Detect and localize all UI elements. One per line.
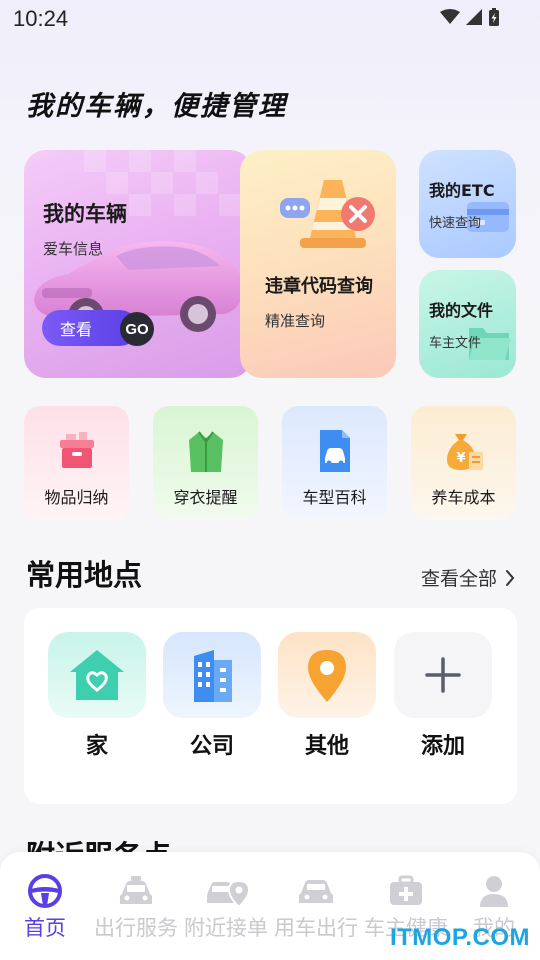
place-other-tile <box>278 632 376 718</box>
car-document-icon <box>320 430 350 472</box>
my-vehicle-card[interactable]: 我的车辆 爱车信息 查看 GO <box>24 150 252 378</box>
place-add[interactable]: 添加 <box>394 632 492 760</box>
my-etc-card[interactable]: 我的ETC 快速查询 <box>419 150 516 258</box>
place-company-label: 公司 <box>189 734 234 759</box>
tab-home[interactable]: 首页 <box>20 872 70 942</box>
car-icon <box>299 880 333 903</box>
quick-label-storage: 物品归纳 <box>44 488 109 507</box>
wifi-icon <box>440 9 460 24</box>
tab-travel-service-label: 出行服务 <box>94 916 178 940</box>
quick-item-storage[interactable]: 物品归纳 <box>24 406 129 520</box>
place-home[interactable]: 家 <box>48 632 146 760</box>
quick-item-cost[interactable]: ¥ 养车成本 <box>411 406 516 520</box>
quick-label-encyclopedia: 车型百科 <box>302 488 367 507</box>
violation-subtitle: 精准查询 <box>265 312 326 330</box>
money-bag-icon: ¥ <box>447 434 483 470</box>
go-badge[interactable]: GO <box>120 312 154 346</box>
signal-icon <box>466 9 482 25</box>
place-add-label: 添加 <box>420 734 465 759</box>
user-icon <box>480 876 508 907</box>
plus-icon <box>425 657 461 693</box>
view-all-label: 查看全部 <box>420 568 497 590</box>
tab-nearby-orders-label: 附近接单 <box>184 916 268 940</box>
violation-code-card[interactable]: 违章代码查询 精准查询 <box>240 150 396 378</box>
place-other-label: 其他 <box>304 734 349 759</box>
view-all-places-link[interactable]: 查看全部 <box>421 564 515 591</box>
quick-item-encyclopedia[interactable]: 车型百科 <box>282 406 387 520</box>
box-icon <box>60 432 94 468</box>
my-vehicle-subtitle: 爱车信息 <box>43 240 104 258</box>
my-vehicle-title: 我的车辆 <box>43 202 127 226</box>
places-section-title: 常用地点 <box>26 558 143 592</box>
traffic-cone-icon <box>280 180 375 248</box>
car-pin-icon <box>207 879 249 909</box>
medical-kit-icon <box>390 875 422 905</box>
my-files-card[interactable]: 我的文件 车主文件 <box>419 270 516 378</box>
status-bar: 10:24 <box>0 0 540 40</box>
building-icon <box>194 650 232 702</box>
status-time: 10:24 <box>13 6 69 31</box>
places-card: 家 公司 其他 添加 <box>24 608 517 804</box>
location-pin-icon <box>308 650 346 702</box>
tab-home-label: 首页 <box>24 916 66 940</box>
tab-nearby-orders[interactable]: 附近接单 <box>182 872 270 942</box>
jacket-icon <box>189 431 223 472</box>
quick-actions: 物品归纳 穿衣提醒 车型百科 ¥ 养车成本 <box>24 406 517 520</box>
quick-item-dressing[interactable]: 穿衣提醒 <box>153 406 258 520</box>
place-other[interactable]: 其他 <box>278 632 376 760</box>
quick-label-dressing: 穿衣提醒 <box>173 488 238 507</box>
taxi-icon <box>120 876 152 904</box>
tab-car-travel[interactable]: 用车出行 <box>272 872 360 942</box>
chevron-right-icon <box>506 569 515 586</box>
place-add-tile <box>394 632 492 718</box>
tab-travel-service[interactable]: 出行服务 <box>92 872 180 942</box>
svg-text:¥: ¥ <box>456 451 465 466</box>
quick-label-cost: 养车成本 <box>431 488 496 507</box>
battery-icon <box>489 8 499 26</box>
files-subtitle: 车主文件 <box>429 336 482 351</box>
view-vehicle-label: 查看 <box>60 320 93 339</box>
etc-title: 我的ETC <box>429 181 495 200</box>
place-home-tile <box>48 632 146 718</box>
files-title: 我的文件 <box>429 301 494 320</box>
status-icons <box>440 8 500 26</box>
tab-car-travel-label: 用车出行 <box>274 916 358 940</box>
watermark-logo: ITMOP.COM <box>389 924 530 951</box>
place-company[interactable]: 公司 <box>163 632 261 760</box>
place-company-tile <box>163 632 261 718</box>
etc-subtitle: 快速查询 <box>429 216 482 231</box>
place-home-label: 家 <box>85 734 108 759</box>
page-headline: 我的车辆，便捷管理 <box>26 91 287 122</box>
violation-title: 违章代码查询 <box>265 276 373 297</box>
home-steering-icon <box>28 874 62 908</box>
home-icon <box>70 650 124 700</box>
